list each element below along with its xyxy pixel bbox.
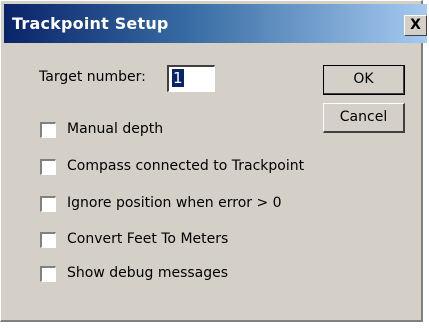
ignore-position-label: Ignore position when error > 0: [67, 195, 282, 211]
ok-button-label: OK: [353, 71, 374, 87]
ignore-position-checkbox[interactable]: [40, 196, 56, 212]
cancel-button-label: Cancel: [339, 109, 388, 125]
target-number-label: Target number:: [39, 69, 146, 85]
dialog-title: Trackpoint Setup: [12, 14, 169, 33]
convert-feet-label: Convert Feet To Meters: [67, 231, 229, 247]
show-debug-checkbox[interactable]: [40, 266, 56, 282]
close-button[interactable]: X: [404, 15, 427, 36]
ok-button[interactable]: OK: [323, 65, 405, 95]
target-number-input[interactable]: 1: [167, 65, 215, 92]
manual-depth-label: Manual depth: [67, 121, 164, 137]
target-number-value: 1: [172, 69, 184, 87]
title-bar[interactable]: Trackpoint Setup X: [4, 4, 427, 43]
manual-depth-checkbox[interactable]: [40, 122, 56, 138]
cancel-button[interactable]: Cancel: [323, 103, 405, 133]
trackpoint-setup-dialog: Trackpoint Setup X Target number: 1 OK C…: [0, 0, 427, 322]
compass-connected-label: Compass connected to Trackpoint: [67, 158, 305, 174]
show-debug-label: Show debug messages: [67, 265, 229, 281]
convert-feet-checkbox[interactable]: [40, 232, 56, 248]
compass-connected-checkbox[interactable]: [40, 159, 56, 175]
close-icon: X: [410, 17, 421, 33]
